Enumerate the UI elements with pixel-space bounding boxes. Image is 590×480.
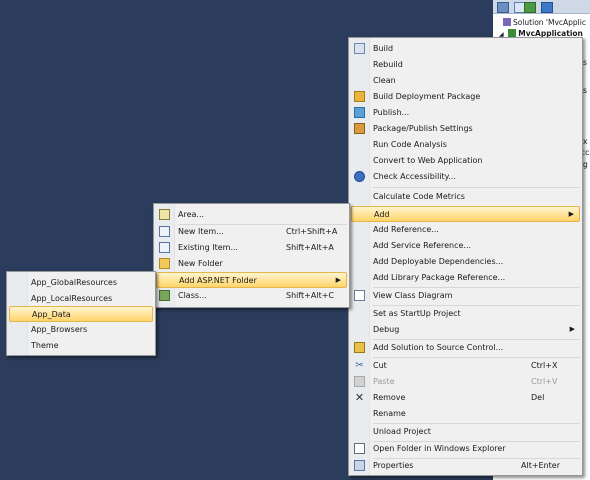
cut-icon: ✂	[355, 360, 364, 371]
remove-icon: ✕	[354, 391, 365, 404]
tree-text-fragment: x	[583, 137, 588, 146]
package-icon	[354, 91, 365, 102]
submenu-arrow-icon: ▶	[569, 325, 575, 333]
settings-icon	[354, 123, 365, 134]
menu-item-package-publish-settings[interactable]: Package/Publish Settings	[351, 121, 580, 137]
menu-item-add-service-reference[interactable]: Add Service Reference...	[351, 238, 580, 254]
menu-item-app-browsers[interactable]: App_Browsers	[9, 322, 153, 338]
menu-item-unload-project[interactable]: Unload Project	[351, 424, 580, 440]
aspnet-folder-submenu: App_GlobalResources App_LocalResources A…	[6, 271, 156, 356]
tree-text-fragment: s	[583, 86, 587, 95]
properties-toolbar-icon[interactable]	[497, 2, 509, 13]
menu-item-calculate-code-metrics[interactable]: Calculate Code Metrics	[351, 189, 580, 205]
menu-item-run-code-analysis[interactable]: Run Code Analysis	[351, 137, 580, 153]
copy-web-icon[interactable]	[541, 2, 553, 13]
menu-item-properties[interactable]: Properties Alt+Enter	[351, 458, 580, 474]
accessibility-icon	[354, 171, 365, 182]
menu-item-app-globalresources[interactable]: App_GlobalResources	[9, 275, 153, 291]
project-context-menu: Build Rebuild Clean Build Deployment Pac…	[348, 37, 583, 476]
class-icon	[159, 290, 170, 301]
menu-item-check-accessibility[interactable]: Check Accessibility...	[351, 169, 580, 185]
add-submenu: Area... New Item... Ctrl+Shift+A Existin…	[153, 203, 350, 308]
menu-item-class[interactable]: Class... Shift+Alt+C	[156, 288, 347, 304]
class-diagram-icon	[354, 290, 365, 301]
menu-item-add-reference[interactable]: Add Reference...	[351, 222, 580, 238]
menu-item-build[interactable]: Build	[351, 41, 580, 57]
menu-item-view-class-diagram[interactable]: View Class Diagram	[351, 288, 580, 304]
menu-item-app-localresources[interactable]: App_LocalResources	[9, 291, 153, 307]
submenu-arrow-icon: ▶	[335, 276, 341, 284]
solution-node[interactable]: Solution 'MvcApplic	[503, 18, 586, 27]
menu-item-cut[interactable]: ✂ Cut Ctrl+X	[351, 358, 580, 374]
new-item-icon	[159, 226, 170, 237]
publish-icon	[354, 107, 365, 118]
menu-item-add[interactable]: Add ▶	[351, 206, 580, 222]
folder-open-icon	[354, 443, 365, 454]
menu-item-new-folder[interactable]: New Folder	[156, 256, 347, 272]
menu-item-new-item[interactable]: New Item... Ctrl+Shift+A	[156, 224, 347, 240]
source-control-icon	[354, 342, 365, 353]
menu-item-area[interactable]: Area...	[156, 207, 347, 223]
menu-item-remove[interactable]: ✕ Remove Del	[351, 390, 580, 406]
existing-item-icon	[159, 242, 170, 253]
menu-item-add-deployable-dependencies[interactable]: Add Deployable Dependencies...	[351, 254, 580, 270]
menu-item-debug[interactable]: Debug ▶	[351, 322, 580, 338]
menu-item-open-folder-in-windows-explorer[interactable]: Open Folder in Windows Explorer	[351, 441, 580, 457]
menu-item-add-solution-to-source-control[interactable]: Add Solution to Source Control...	[351, 340, 580, 356]
menu-item-add-aspnet-folder[interactable]: Add ASP.NET Folder ▶	[156, 272, 347, 288]
menu-separator	[373, 187, 580, 188]
submenu-arrow-icon: ▶	[568, 210, 574, 218]
menu-item-rename[interactable]: Rename	[351, 406, 580, 422]
menu-item-clean[interactable]: Clean	[351, 73, 580, 89]
menu-item-existing-item[interactable]: Existing Item... Shift+Alt+A	[156, 240, 347, 256]
menu-item-paste[interactable]: Paste Ctrl+V	[351, 374, 580, 390]
menu-item-app-data[interactable]: App_Data	[9, 306, 153, 322]
menu-item-add-library-package-reference[interactable]: Add Library Package Reference...	[351, 270, 580, 286]
area-icon	[159, 209, 170, 220]
menu-item-rebuild[interactable]: Rebuild	[351, 57, 580, 73]
menu-item-set-as-startup-project[interactable]: Set as StartUp Project	[351, 306, 580, 322]
properties-icon	[354, 460, 365, 471]
paste-icon	[354, 376, 365, 387]
solution-explorer-toolbar	[493, 0, 590, 14]
refresh-icon[interactable]	[524, 2, 536, 13]
solution-icon	[503, 18, 511, 26]
project-icon	[508, 29, 517, 37]
menu-item-convert-to-web-application[interactable]: Convert to Web Application	[351, 153, 580, 169]
menu-item-publish[interactable]: Publish...	[351, 105, 580, 121]
menu-item-theme[interactable]: Theme	[9, 338, 153, 354]
menu-item-build-deployment-package[interactable]: Build Deployment Package	[351, 89, 580, 105]
tree-text-fragment: s	[583, 58, 587, 67]
tree-text-fragment: g	[583, 160, 588, 169]
new-folder-icon	[159, 258, 170, 269]
build-icon	[354, 43, 365, 54]
